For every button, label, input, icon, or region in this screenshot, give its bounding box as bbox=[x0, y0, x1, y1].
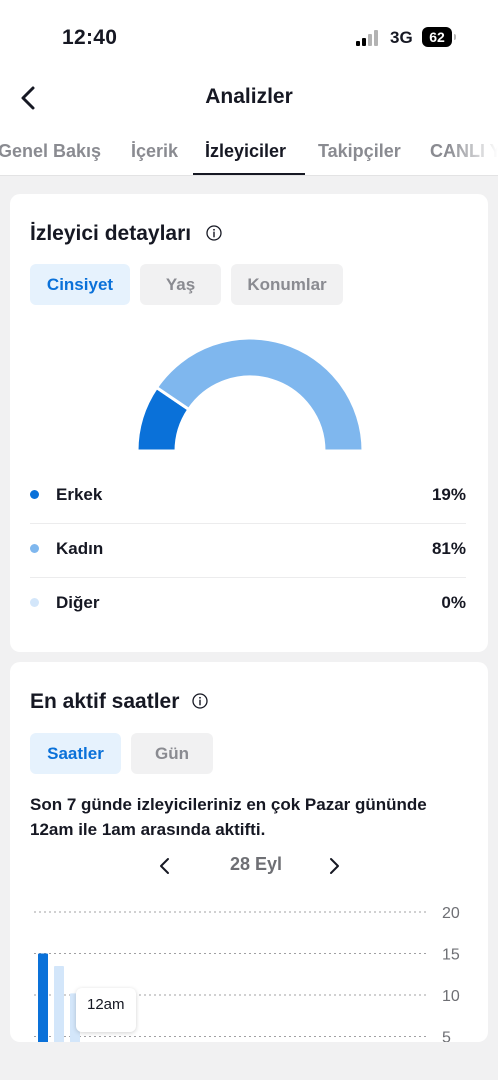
bar-1am[interactable] bbox=[54, 965, 64, 1042]
viewer-details-card: İzleyici detayları Cinsiyet Yaş Konumlar… bbox=[10, 194, 488, 652]
tab-fade bbox=[448, 120, 498, 175]
status-bar: 12:40 3G 62 bbox=[0, 0, 498, 76]
filter-day[interactable]: Gün bbox=[131, 733, 213, 774]
legend-row-other: Diğer 0% bbox=[30, 578, 466, 632]
info-icon[interactable] bbox=[206, 225, 222, 241]
info-icon[interactable] bbox=[192, 693, 208, 709]
network-type: 3G bbox=[390, 28, 413, 47]
y-tick-label: 10 bbox=[442, 988, 460, 1005]
chevron-right-icon[interactable] bbox=[322, 854, 346, 878]
chart-tooltip: 12am bbox=[76, 988, 136, 1032]
active-hours-title: En aktif saatler bbox=[30, 690, 180, 713]
y-tick-label: 15 bbox=[442, 947, 460, 964]
legend-label: Erkek bbox=[56, 485, 103, 504]
active-tab-indicator bbox=[193, 173, 305, 175]
page-title: Analizler bbox=[205, 85, 293, 108]
active-hours-description: Son 7 günde izleyicileriniz en çok Pazar… bbox=[30, 795, 427, 839]
nav-bar: Analizler bbox=[0, 76, 498, 120]
filter-age[interactable]: Yaş bbox=[140, 264, 221, 305]
active-hours-card: En aktif saatler Saatler Gün Son 7 günde… bbox=[10, 662, 488, 1042]
filter-locations[interactable]: Konumlar bbox=[231, 264, 343, 305]
legend-dot bbox=[30, 598, 39, 607]
legend-row-male: Erkek 19% bbox=[30, 470, 466, 524]
legend-value: 19% bbox=[431, 485, 466, 504]
filter-gender[interactable]: Cinsiyet bbox=[30, 264, 130, 305]
y-tick-label: 20 bbox=[442, 905, 460, 922]
tab-overview[interactable]: Genel Bakış bbox=[0, 141, 101, 162]
cellular-signal-icon bbox=[356, 30, 382, 46]
filter-hours[interactable]: Saatler bbox=[30, 733, 121, 774]
tab-content[interactable]: İçerik bbox=[131, 141, 178, 162]
gender-gauge-chart bbox=[135, 338, 365, 453]
legend-label: Diğer bbox=[56, 593, 100, 612]
date-label: 28 Eyl bbox=[229, 854, 283, 874]
status-time: 12:40 bbox=[62, 26, 118, 49]
gauge-segment-kadın bbox=[154, 338, 365, 453]
legend-dot bbox=[30, 490, 39, 499]
tab-viewers[interactable]: İzleyiciler bbox=[205, 141, 286, 162]
legend-label: Kadın bbox=[56, 539, 104, 558]
chevron-left-icon[interactable] bbox=[153, 854, 177, 878]
y-tick-label: 5 bbox=[442, 1030, 451, 1043]
bar-12am[interactable] bbox=[38, 953, 48, 1043]
tab-followers[interactable]: Takipçiler bbox=[318, 141, 401, 162]
viewer-details-title: İzleyici detayları bbox=[30, 222, 192, 245]
legend-dot bbox=[30, 544, 39, 553]
legend-value: 81% bbox=[431, 539, 466, 558]
legend-value: 0% bbox=[441, 593, 466, 612]
battery-icon: 62 bbox=[422, 27, 456, 47]
tab-bar: Genel Bakış İçerik İzleyiciler Takipçile… bbox=[0, 120, 498, 176]
legend-row-female: Kadın 81% bbox=[30, 524, 466, 578]
